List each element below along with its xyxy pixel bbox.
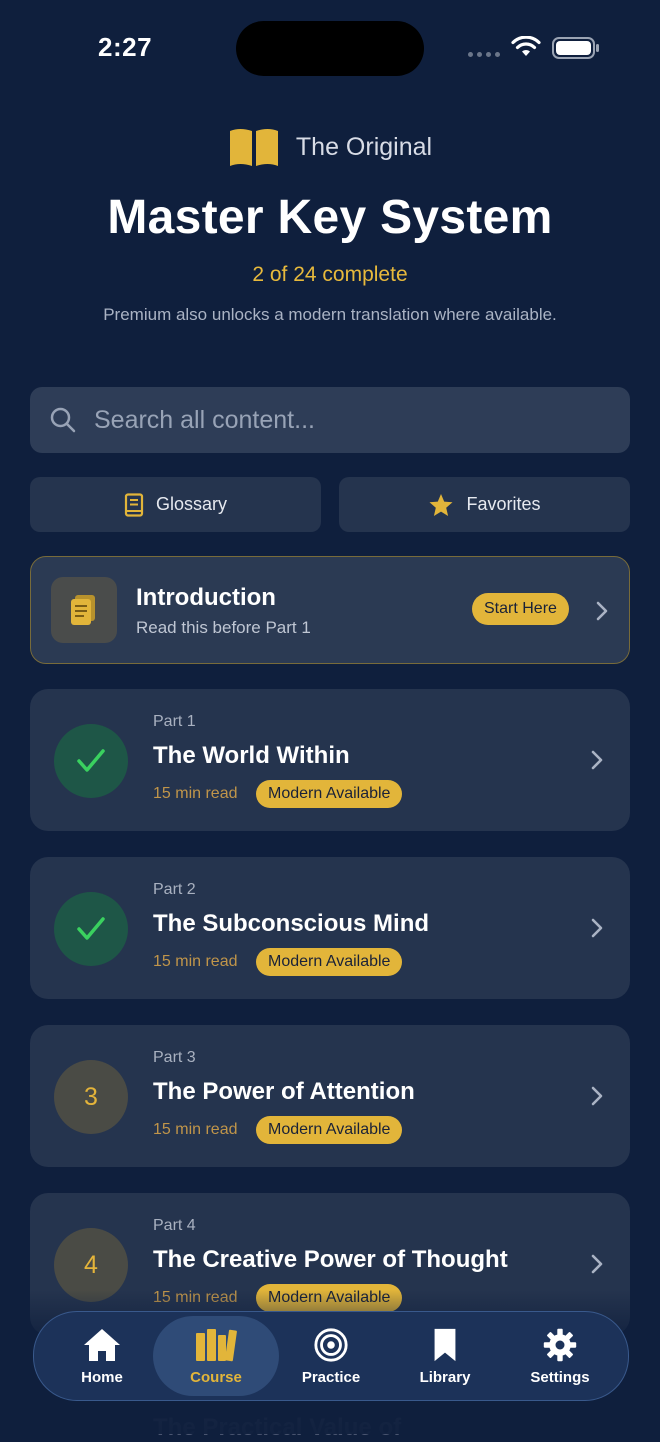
tab-library-label: Library bbox=[419, 1368, 471, 1386]
progress-text: 2 of 24 complete bbox=[252, 263, 408, 286]
subtitle-row: The Original bbox=[0, 124, 660, 170]
battery-icon bbox=[552, 37, 599, 59]
completed-check-icon bbox=[54, 724, 128, 798]
modern-available-badge: Modern Available bbox=[256, 948, 403, 976]
intro-subtitle: Read this before Part 1 bbox=[136, 618, 311, 637]
document-icon bbox=[51, 577, 117, 643]
premium-note: Premium also unlocks a modern translatio… bbox=[103, 305, 557, 324]
glossary-book-icon bbox=[124, 492, 144, 517]
chevron-right-icon bbox=[591, 1086, 603, 1106]
modern-available-badge: Modern Available bbox=[256, 1284, 403, 1312]
part-label: Part 4 bbox=[153, 1217, 196, 1234]
introduction-card[interactable]: Introduction Read this before Part 1 Sta… bbox=[30, 556, 630, 664]
part-title: The Creative Power of Thought bbox=[153, 1246, 508, 1273]
part-title: The Power of Attention bbox=[153, 1078, 415, 1105]
part-label: Part 3 bbox=[153, 1049, 196, 1066]
chevron-right-icon bbox=[591, 1254, 603, 1274]
part-label: Part 1 bbox=[153, 713, 196, 730]
read-time: 15 min read bbox=[153, 953, 238, 970]
tab-home[interactable]: Home bbox=[47, 1312, 157, 1400]
start-here-badge: Start Here bbox=[472, 593, 569, 625]
status-time: 2:27 bbox=[98, 32, 153, 62]
glossary-label: Glossary bbox=[155, 494, 227, 514]
open-book-icon bbox=[229, 129, 278, 166]
favorites-label: Favorites bbox=[466, 494, 541, 514]
tab-settings-label: Settings bbox=[530, 1368, 590, 1386]
bookmark-icon bbox=[434, 1328, 456, 1361]
chevron-right-icon bbox=[591, 750, 603, 770]
chevron-right-icon bbox=[591, 918, 603, 938]
read-time: 15 min read bbox=[153, 785, 238, 802]
tab-course-label: Course bbox=[190, 1368, 242, 1386]
part-label: Part 2 bbox=[153, 881, 196, 898]
tab-course[interactable]: Course bbox=[153, 1316, 279, 1396]
part-title: The World Within bbox=[153, 742, 350, 769]
next-part-title-preview: The Practical Value of bbox=[153, 1414, 402, 1441]
search-icon bbox=[50, 407, 76, 433]
tab-settings[interactable]: Settings bbox=[505, 1312, 615, 1400]
part-card[interactable]: Part 1 The World Within 15 min read Mode… bbox=[30, 689, 630, 831]
course-header: The Original Master Key System 2 of 24 c… bbox=[0, 124, 660, 325]
target-icon bbox=[314, 1327, 348, 1362]
wifi-icon bbox=[511, 36, 541, 56]
tab-bar: Home Course Practice Library Settings bbox=[33, 1311, 629, 1401]
part-number-circle: 4 bbox=[54, 1228, 128, 1302]
dynamic-island bbox=[236, 21, 424, 76]
chevron-right-icon bbox=[596, 601, 608, 621]
tab-practice[interactable]: Practice bbox=[276, 1312, 386, 1400]
completed-check-icon bbox=[54, 892, 128, 966]
search-bar[interactable] bbox=[30, 387, 630, 453]
part-card[interactable]: 3 Part 3 The Power of Attention 15 min r… bbox=[30, 1025, 630, 1167]
glossary-button[interactable]: Glossary bbox=[30, 477, 321, 532]
modern-available-badge: Modern Available bbox=[256, 1116, 403, 1144]
read-time: 15 min read bbox=[153, 1289, 238, 1306]
course-subtitle: The Original bbox=[295, 132, 433, 161]
read-time: 15 min read bbox=[153, 1121, 238, 1138]
cellular-signal-icon bbox=[468, 52, 500, 57]
part-title: The Subconscious Mind bbox=[153, 910, 430, 937]
search-input[interactable] bbox=[92, 404, 576, 436]
status-bar: 2:27 bbox=[0, 0, 660, 96]
star-icon bbox=[429, 493, 453, 516]
gear-icon bbox=[543, 1328, 577, 1361]
favorites-button[interactable]: Favorites bbox=[339, 477, 630, 532]
tab-home-label: Home bbox=[81, 1368, 123, 1386]
home-icon bbox=[84, 1328, 120, 1361]
part-number-circle: 3 bbox=[54, 1060, 128, 1134]
intro-title: Introduction bbox=[136, 584, 276, 611]
tab-library[interactable]: Library bbox=[390, 1312, 500, 1400]
part-card[interactable]: Part 2 The Subconscious Mind 15 min read… bbox=[30, 857, 630, 999]
page-title: Master Key System bbox=[107, 191, 553, 244]
modern-available-badge: Modern Available bbox=[256, 780, 403, 808]
books-icon bbox=[196, 1328, 237, 1361]
tab-practice-label: Practice bbox=[301, 1368, 361, 1386]
